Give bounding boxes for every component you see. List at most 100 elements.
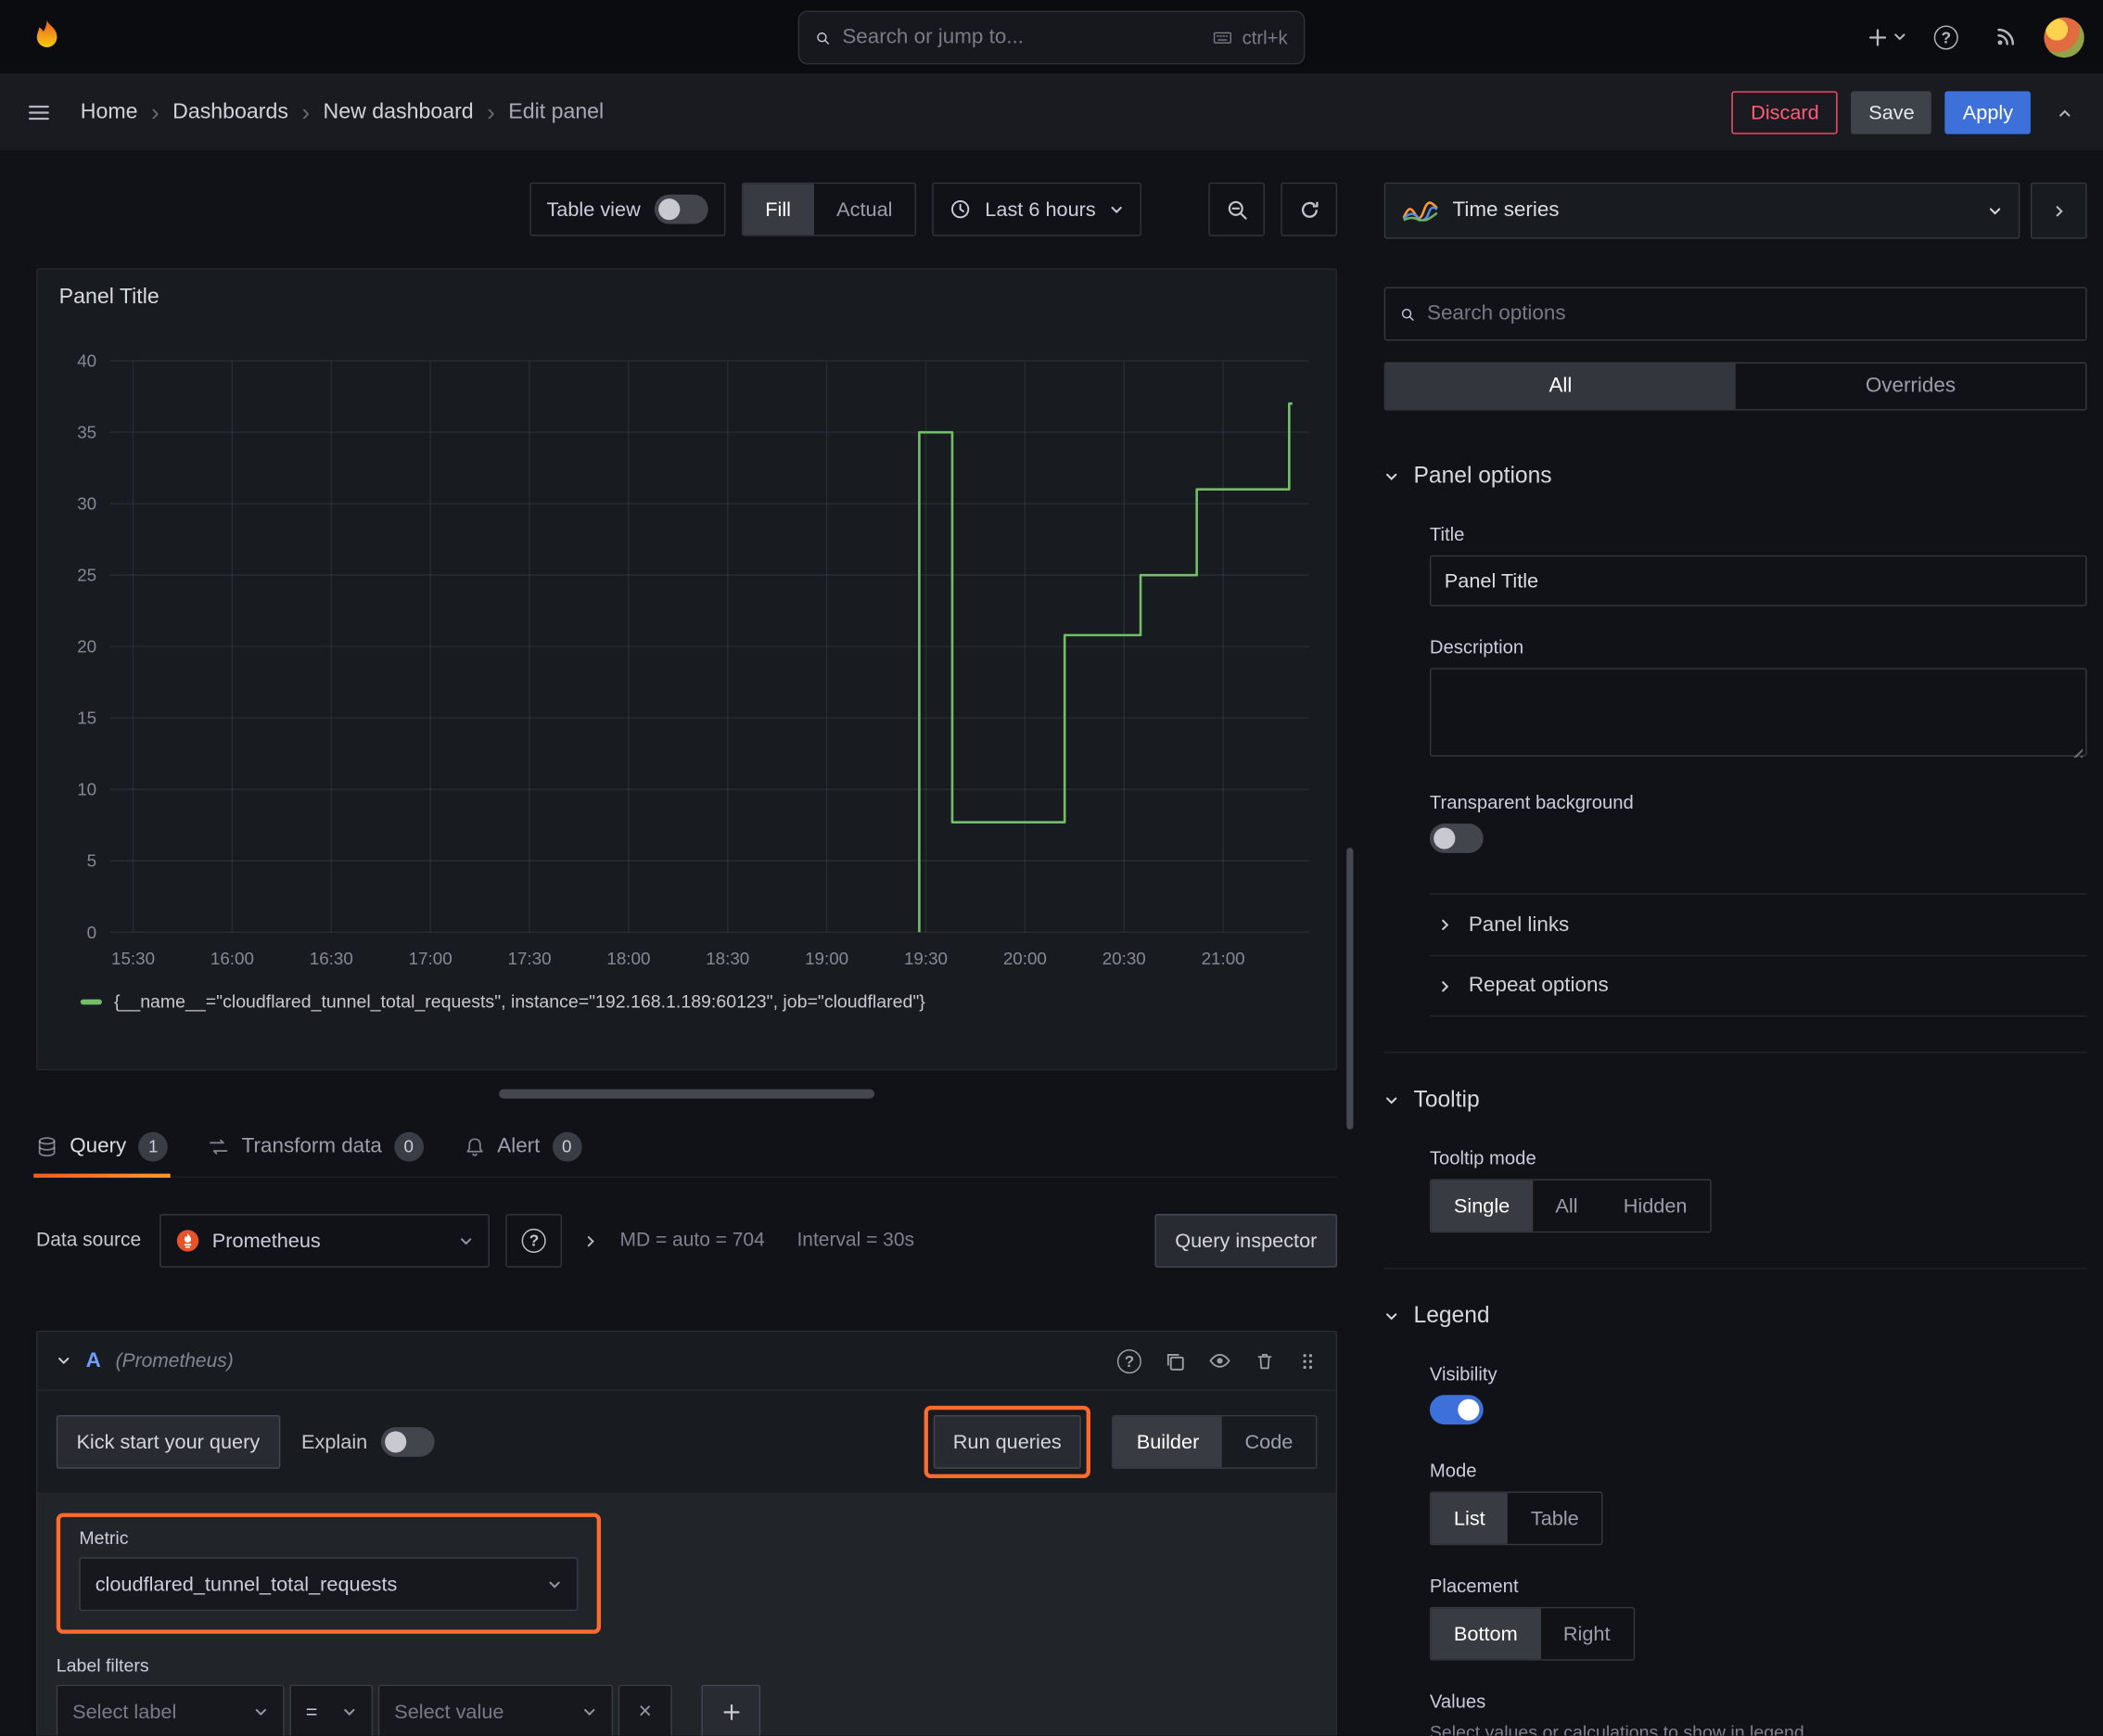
breadcrumb-home[interactable]: Home — [81, 100, 138, 124]
remove-filter-button[interactable]: × — [618, 1684, 672, 1736]
legend-list-option[interactable]: List — [1431, 1492, 1509, 1544]
collapsible-rows: Panel links Repeat options — [1429, 893, 2087, 1017]
query-inspector-button[interactable]: Query inspector — [1154, 1214, 1338, 1268]
viz-suggestions-button[interactable] — [2030, 182, 2087, 239]
run-queries-button[interactable]: Run queries — [933, 1414, 1082, 1469]
splitter-handle[interactable] — [499, 1088, 875, 1098]
help-button[interactable]: ? — [1926, 16, 1966, 58]
actual-option[interactable]: Actual — [814, 184, 915, 235]
menu-toggle-button[interactable] — [19, 91, 58, 134]
options-tab-overrides[interactable]: Overrides — [1736, 364, 2086, 409]
svg-text:40: 40 — [77, 351, 96, 371]
global-search[interactable]: ctrl+k — [797, 10, 1306, 65]
select-value-dropdown[interactable]: Select value — [377, 1684, 614, 1736]
builder-option[interactable]: Builder — [1114, 1416, 1222, 1468]
description-textarea[interactable] — [1429, 668, 2087, 757]
global-search-input[interactable] — [842, 25, 1200, 50]
query-toolbar: Kick start your query Explain Run querie… — [38, 1391, 1336, 1493]
legend-placement-label: Placement — [1429, 1575, 1519, 1597]
options-tab-all[interactable]: All — [1385, 363, 1736, 410]
transparent-background-toggle[interactable] — [1429, 823, 1484, 853]
breadcrumb-new-dashboard[interactable]: New dashboard — [324, 100, 474, 124]
news-button[interactable] — [1985, 16, 2025, 58]
metric-select[interactable]: cloudflared_tunnel_total_requests — [79, 1557, 579, 1612]
hide-query-button[interactable] — [1208, 1349, 1231, 1372]
hamburger-icon — [29, 105, 49, 121]
legend-visibility-toggle[interactable] — [1429, 1395, 1484, 1425]
panel-title-input[interactable] — [1429, 555, 2087, 606]
placement-bottom-option[interactable]: Bottom — [1431, 1608, 1541, 1660]
query-help-button[interactable]: ? — [1116, 1348, 1141, 1373]
pane-splitter[interactable] — [36, 1070, 1337, 1116]
operator-dropdown[interactable]: = — [289, 1684, 374, 1736]
tooltip-single-option[interactable]: Single — [1431, 1180, 1533, 1232]
panel-title[interactable]: Panel Title — [57, 283, 1318, 318]
caret-down-icon — [461, 1237, 472, 1245]
apply-button[interactable]: Apply — [1944, 91, 2031, 134]
delete-query-button[interactable] — [1254, 1350, 1275, 1372]
time-series-panel: Panel Title 0 5 10 15 20 25 30 35 40 15:30 16:00 16… — [36, 268, 1338, 1071]
tooltip-all-option[interactable]: All — [1533, 1181, 1600, 1232]
chart-legend[interactable]: {__name__="cloudflared_tunnel_total_requ… — [57, 991, 1318, 1012]
drag-handle[interactable] — [1298, 1350, 1317, 1372]
grafana-app: ctrl+k ? — [0, 0, 2103, 1736]
add-filter-button[interactable] — [701, 1684, 761, 1736]
caret-down-icon — [1386, 1096, 1397, 1104]
trash-icon — [1257, 1353, 1272, 1369]
search-shortcut: ctrl+k — [1211, 27, 1288, 48]
tooltip-hidden-option[interactable]: Hidden — [1600, 1181, 1710, 1232]
datasource-row: Data source Prometheus ? MD = auto = 704… — [36, 1213, 1338, 1270]
svg-text:35: 35 — [77, 423, 96, 442]
tab-query[interactable]: Query 1 — [33, 1116, 172, 1178]
top-nav-actions: ? — [1867, 16, 2084, 58]
time-series-chart[interactable]: 0 5 10 15 20 25 30 35 40 15:30 16:00 16:30 17:00 17:3… — [57, 318, 1318, 989]
legend-table-option[interactable]: Table — [1508, 1493, 1601, 1544]
datasource-help-button[interactable]: ? — [505, 1214, 563, 1268]
duplicate-query-button[interactable] — [1165, 1350, 1186, 1372]
query-header[interactable]: A (Prometheus) ? — [37, 1332, 1336, 1391]
caret-down-icon — [1386, 1312, 1397, 1320]
tooltip-header[interactable]: Tooltip — [1384, 1082, 1480, 1117]
chevron-right-icon — [1442, 919, 1449, 930]
kickstart-button[interactable]: Kick start your query — [56, 1414, 280, 1469]
table-view-toggle[interactable] — [654, 194, 708, 224]
svg-text:20:00: 20:00 — [1003, 949, 1047, 968]
datasource-picker[interactable]: Prometheus — [159, 1214, 491, 1268]
user-avatar[interactable] — [2044, 17, 2084, 57]
search-icon — [1401, 308, 1414, 321]
metric-highlight: Metric cloudflared_tunnel_total_requests — [56, 1513, 602, 1634]
discard-button[interactable]: Discard — [1731, 91, 1838, 134]
visualization-picker[interactable]: Time series — [1383, 182, 2020, 239]
breadcrumb-separator-icon: › — [301, 98, 311, 126]
new-menu-button[interactable] — [1867, 16, 1906, 58]
time-range-picker[interactable]: Last 6 hours — [932, 182, 1141, 236]
zoom-out-icon — [1228, 200, 1246, 219]
zoom-out-button[interactable] — [1208, 182, 1265, 236]
visibility-field: Visibility — [1429, 1363, 2087, 1430]
transparent-background-field: Transparent background — [1429, 791, 2087, 858]
database-icon — [38, 1136, 56, 1156]
select-label-dropdown[interactable]: Select label — [56, 1684, 285, 1736]
repeat-options-row[interactable]: Repeat options — [1429, 954, 2087, 1017]
panel-options-header[interactable]: Panel options — [1384, 459, 1552, 494]
left-scrollbar-thumb[interactable] — [1346, 848, 1354, 1130]
panel-links-row[interactable]: Panel links — [1429, 893, 2087, 955]
code-option[interactable]: Code — [1222, 1416, 1316, 1467]
collapse-query-icon[interactable] — [57, 1353, 71, 1368]
options-search-input[interactable] — [1427, 301, 2071, 326]
tab-alert[interactable]: Alert 0 — [464, 1116, 582, 1176]
explain-toggle[interactable] — [380, 1427, 435, 1457]
metric-field: Metric cloudflared_tunnel_total_requests — [79, 1527, 579, 1612]
svg-text:21:00: 21:00 — [1202, 949, 1245, 968]
grafana-logo[interactable] — [27, 17, 67, 57]
placement-right-option[interactable]: Right — [1540, 1608, 1633, 1659]
tab-transform[interactable]: Transform data 0 — [209, 1116, 424, 1176]
legend-header[interactable]: Legend — [1384, 1298, 1490, 1334]
options-search[interactable] — [1383, 287, 2087, 341]
collapse-pane-button[interactable] — [2044, 91, 2084, 134]
breadcrumb-dashboards[interactable]: Dashboards — [172, 100, 288, 124]
fill-option[interactable]: Fill — [742, 184, 814, 236]
query-options-expand[interactable] — [579, 1228, 604, 1253]
save-button[interactable]: Save — [1851, 91, 1932, 134]
refresh-button[interactable] — [1281, 182, 1338, 236]
